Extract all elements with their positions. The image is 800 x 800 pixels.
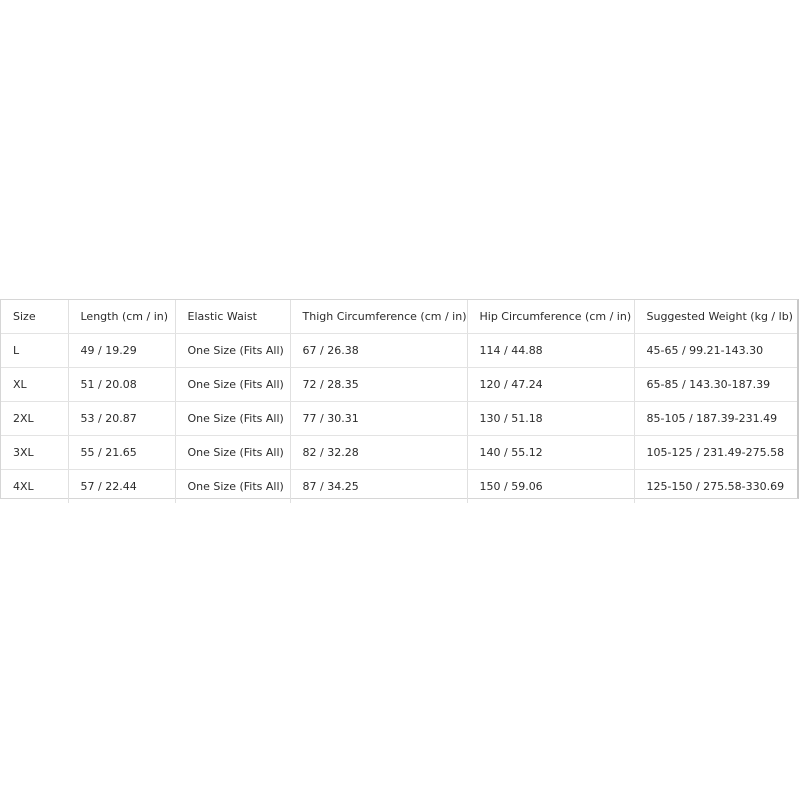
cell-weight: 105-125 / 231.49-275.58 xyxy=(634,435,797,470)
cell-size: 4XL xyxy=(1,469,69,503)
cell-hip: 140 / 55.12 xyxy=(467,435,635,470)
cell-weight: 45-65 / 99.21-143.30 xyxy=(634,333,797,368)
table-row: L 49 / 19.29 One Size (Fits All) 67 / 26… xyxy=(1,333,797,368)
cell-length: 55 / 21.65 xyxy=(68,435,176,470)
size-chart-table: Size Length (cm / in) Elastic Waist Thig… xyxy=(1,300,797,503)
cell-size: 2XL xyxy=(1,401,69,436)
header-size: Size xyxy=(1,300,69,334)
cell-elastic-waist: One Size (Fits All) xyxy=(175,367,291,402)
cell-thigh: 82 / 32.28 xyxy=(290,435,468,470)
cell-weight: 65-85 / 143.30-187.39 xyxy=(634,367,797,402)
cell-length: 53 / 20.87 xyxy=(68,401,176,436)
table-row: 3XL 55 / 21.65 One Size (Fits All) 82 / … xyxy=(1,435,797,470)
cell-elastic-waist: One Size (Fits All) xyxy=(175,333,291,368)
cell-weight: 125-150 / 275.58-330.69 xyxy=(646,480,785,493)
cell-thigh: 87 / 34.25 xyxy=(290,469,468,503)
cell-hip: 114 / 44.88 xyxy=(467,333,635,368)
cell-elastic-waist: One Size (Fits All) xyxy=(175,469,291,503)
cell-length: 51 / 20.08 xyxy=(68,367,176,402)
cell-hip: 120 / 47.24 xyxy=(467,367,635,402)
cell-size: L xyxy=(1,333,69,368)
cell-hip: 150 / 59.06 xyxy=(467,469,635,503)
cell-hip: 130 / 51.18 xyxy=(467,401,635,436)
table-row: XL 51 / 20.08 One Size (Fits All) 72 / 2… xyxy=(1,367,797,402)
header-elastic-waist: Elastic Waist xyxy=(175,300,291,334)
table-row: 2XL 53 / 20.87 One Size (Fits All) 77 / … xyxy=(1,401,797,436)
table-header-row: Size Length (cm / in) Elastic Waist Thig… xyxy=(1,300,797,334)
header-hip-circumference: Hip Circumference (cm / in) xyxy=(467,300,635,334)
cell-length: 57 / 22.44 xyxy=(68,469,176,503)
cell-length: 49 / 19.29 xyxy=(68,333,176,368)
header-thigh-circumference: Thigh Circumference (cm / in) xyxy=(290,300,468,334)
cell-weight: 85-105 / 187.39-231.49 xyxy=(634,401,797,436)
cell-elastic-waist: One Size (Fits All) xyxy=(175,401,291,436)
cell-thigh: 77 / 30.31 xyxy=(290,401,468,436)
cell-elastic-waist: One Size (Fits All) xyxy=(175,435,291,470)
cell-thigh: 67 / 26.38 xyxy=(290,333,468,368)
cell-thigh: 72 / 28.35 xyxy=(290,367,468,402)
cell-size: XL xyxy=(1,367,69,402)
header-length: Length (cm / in) xyxy=(68,300,176,334)
table-row: 4XL 57 / 22.44 One Size (Fits All) 87 / … xyxy=(1,469,797,503)
header-suggested-weight: Suggested Weight (kg / lb) xyxy=(634,300,797,334)
size-chart-table-container: Size Length (cm / in) Elastic Waist Thig… xyxy=(0,299,799,503)
cell-size: 3XL xyxy=(1,435,69,470)
